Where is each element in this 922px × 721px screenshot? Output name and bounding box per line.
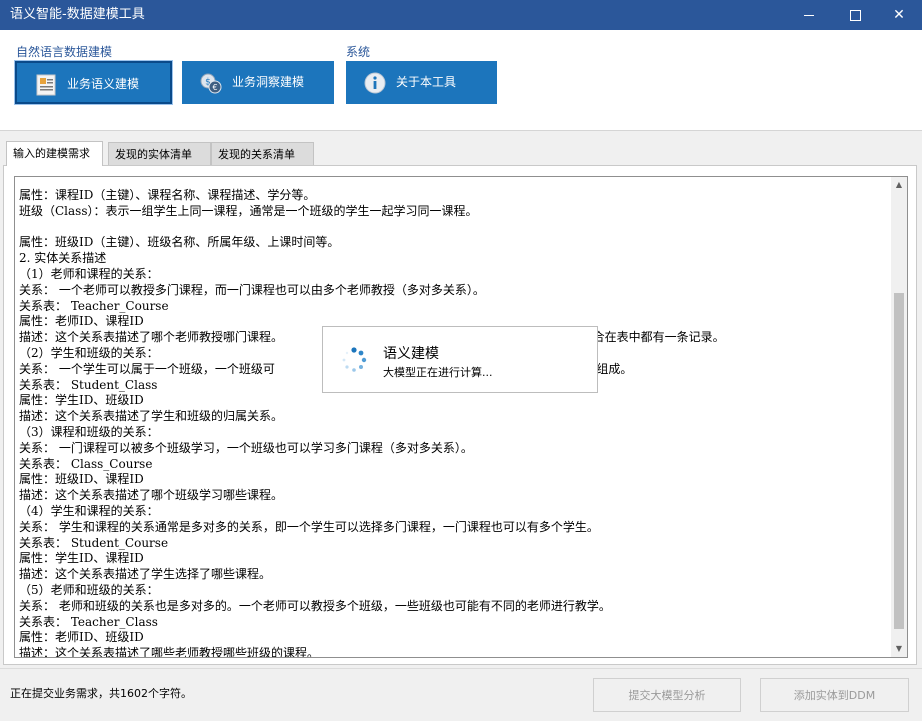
text-line: （4）学生和课程的关系： xyxy=(19,503,159,518)
tab-input-requirements[interactable]: 输入的建模需求 xyxy=(6,141,103,166)
text-line: 关系： 老师和班级的关系也是多对多的。一个老师可以教授多个班级，一些班级也可能有… xyxy=(19,598,611,613)
minimize-icon xyxy=(804,14,814,16)
text-line: 描述：这个关系表描述了哪个班级学习哪些课程。 xyxy=(19,488,284,503)
text-line: （1）老师和课程的关系： xyxy=(19,266,159,281)
tab-discovered-entities[interactable]: 发现的实体清单 xyxy=(108,142,211,165)
close-button[interactable]: ✕ xyxy=(876,0,922,30)
loading-dialog: 语义建模 大模型正在进行计算... xyxy=(322,326,598,393)
ribbon-group-label-nl-modeling: 自然语言数据建模 xyxy=(16,45,113,59)
text-line: 班级（Class）：表示一组学生上同一课程，通常是一个班级的学生一起学习同一课程… xyxy=(19,203,478,218)
business-semantic-modeling-label: 业务语义建模 xyxy=(67,77,140,91)
maximize-button[interactable] xyxy=(832,0,878,30)
svg-text:€: € xyxy=(212,83,217,92)
ribbon-group-label-system: 系统 xyxy=(346,45,371,59)
loading-message: 大模型正在进行计算... xyxy=(383,366,493,379)
tab-content-panel: 属性：课程ID（主键）、课程名称、课程描述、学分等。 班级（Class）：表示一组… xyxy=(3,165,917,665)
business-insight-modeling-button[interactable]: $ € 业务洞察建模 xyxy=(182,61,334,104)
status-bar: 正在提交业务需求，共1602个字符。 提交大模型分析 添加实体到DDM xyxy=(0,668,922,721)
requirements-textarea[interactable]: 属性：课程ID（主键）、课程名称、课程描述、学分等。 班级（Class）：表示一组… xyxy=(14,176,908,658)
business-insight-modeling-label: 业务洞察建模 xyxy=(232,75,305,89)
text-line: 属性：学生ID、班级ID xyxy=(19,393,144,408)
text-line: 属性：班级ID（主键）、班级名称、所属年级、上课时间等。 xyxy=(19,235,340,250)
maximize-icon xyxy=(849,9,861,21)
scroll-down-icon[interactable]: ▼ xyxy=(891,641,907,657)
text-line: 关系： 学生和课程的关系通常是多对多的关系，即一个学生可以选择多门课程，一门课程… xyxy=(19,519,599,534)
title-bar: 语义智能-数据建模工具 ✕ xyxy=(0,0,922,30)
text-line: 描述：这个关系表描述了哪些老师教授哪些班级的课程。 xyxy=(19,646,320,658)
text-line: （5）老师和班级的关系： xyxy=(19,582,159,597)
text-line: 描述：这个关系表描述了学生和班级的归属关系。 xyxy=(19,409,284,424)
ribbon: 自然语言数据建模 系统 业务语义建模 $ € 业务洞察建模 关于本工具 xyxy=(0,30,922,131)
text-line: 描述：这个关系表描述了学生选择了哪些课程。 xyxy=(19,567,272,582)
text-line: 属性：课程ID（主键）、课程名称、课程描述、学分等。 xyxy=(19,188,316,202)
about-tool-button[interactable]: 关于本工具 xyxy=(346,61,497,104)
window-title: 语义智能-数据建模工具 xyxy=(10,7,145,22)
submit-llm-analysis-button[interactable]: 提交大模型分析 xyxy=(593,678,741,712)
text-line: 关系表： Class_Course xyxy=(19,456,153,471)
coins-icon: $ € xyxy=(200,73,222,94)
text-line: 属性：学生ID、课程ID xyxy=(19,551,144,566)
vertical-scrollbar[interactable]: ▲ ▼ xyxy=(891,177,907,657)
loading-title: 语义建模 xyxy=(383,346,439,362)
text-line: 关系表： Teacher_Course xyxy=(19,298,169,313)
text-line: （3）课程和班级的关系： xyxy=(19,424,159,439)
about-tool-label: 关于本工具 xyxy=(396,75,457,89)
minimize-button[interactable] xyxy=(786,0,832,30)
add-entities-to-ddm-button[interactable]: 添加实体到DDM xyxy=(760,678,909,712)
document-icon xyxy=(36,74,56,96)
text-line xyxy=(19,220,887,236)
text-line: 关系： 一门课程可以被多个班级学习，一个班级也可以学习多门课程（多对多关系）。 xyxy=(19,440,473,455)
info-icon xyxy=(364,72,386,94)
text-line: 关系表： Student_Course xyxy=(19,535,169,550)
scroll-up-icon[interactable]: ▲ xyxy=(891,177,907,193)
text-line: 关系： 一个老师可以教授多门课程，而一门课程也可以由多个老师教授（多对多关系）。 xyxy=(19,282,485,297)
loading-spinner-icon xyxy=(342,347,367,372)
scroll-thumb[interactable] xyxy=(894,293,904,629)
requirements-text: 属性：课程ID（主键）、课程名称、课程描述、学分等。 班级（Class）：表示一组… xyxy=(19,188,887,658)
text-line: 关系表： Teacher_Class xyxy=(19,614,158,629)
tab-discovered-relations[interactable]: 发现的关系清单 xyxy=(211,142,314,165)
status-text: 正在提交业务需求，共1602个字符。 xyxy=(10,687,192,700)
text-line: 属性：班级ID、课程ID xyxy=(19,472,144,487)
close-icon: ✕ xyxy=(893,7,905,23)
text-line: 2. 实体关系描述 xyxy=(19,251,107,266)
text-line: 属性：老师ID、班级ID xyxy=(19,630,144,645)
business-semantic-modeling-button[interactable]: 业务语义建模 xyxy=(14,60,173,105)
